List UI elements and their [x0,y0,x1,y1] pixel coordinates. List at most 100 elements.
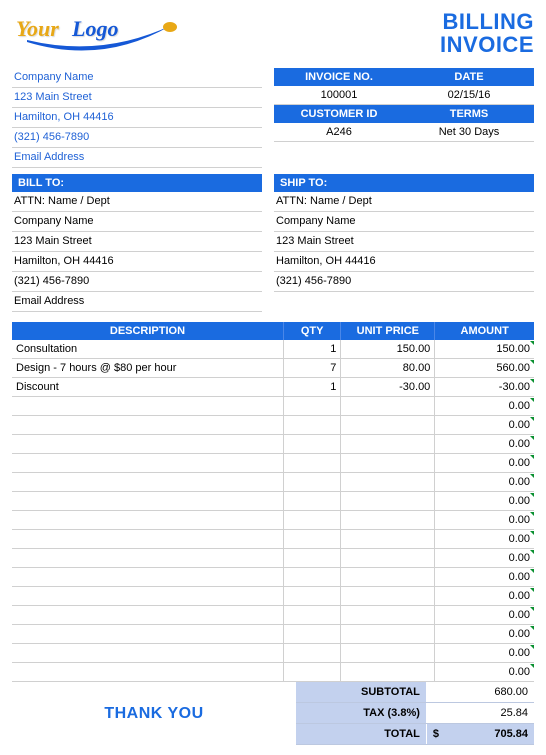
title-line1: BILLING [440,10,534,33]
cell-qty [283,435,340,454]
ship-city: Hamilton, OH 44416 [274,252,534,272]
table-row: 0.00 [12,663,534,682]
cell-unit [341,511,435,530]
cell-amount: 0.00 [435,549,534,568]
col-unit-price: UNIT PRICE [341,322,435,340]
bill-to-block: ATTN: Name / Dept Company Name 123 Main … [12,192,262,312]
cell-desc [12,606,283,625]
cell-unit [341,549,435,568]
cell-qty [283,454,340,473]
cell-unit [341,397,435,416]
cell-amount: 0.00 [435,606,534,625]
cell-amount: 0.00 [435,663,534,682]
cell-desc: Consultation [12,340,283,359]
bill-street: 123 Main Street [12,232,262,252]
table-row: Discount1-30.00-30.00 [12,378,534,397]
cell-amount: 0.00 [435,587,534,606]
cell-qty [283,625,340,644]
bill-phone: (321) 456-7890 [12,272,262,292]
cell-amount: 0.00 [435,473,534,492]
cell-unit [341,663,435,682]
cell-amount: -30.00 [435,378,534,397]
cell-desc [12,568,283,587]
cell-unit [341,435,435,454]
ship-phone: (321) 456-7890 [274,272,534,292]
cell-qty [283,530,340,549]
logo: Your Logo [12,10,192,60]
logo-word1: Your [16,16,59,42]
company-phone: (321) 456-7890 [12,128,262,148]
document-title: BILLING INVOICE [440,10,534,56]
table-row: 0.00 [12,454,534,473]
bill-email: Email Address [12,292,262,312]
cell-qty [283,568,340,587]
cell-desc [12,397,283,416]
table-row: 0.00 [12,416,534,435]
col-amount: AMOUNT [435,322,534,340]
table-row: 0.00 [12,549,534,568]
cell-amount: 0.00 [435,492,534,511]
company-street: 123 Main Street [12,88,262,108]
cell-qty: 1 [283,340,340,359]
customer-id: A246 [274,123,404,142]
table-row: 0.00 [12,435,534,454]
table-row: 0.00 [12,625,534,644]
cell-desc [12,511,283,530]
cell-amount: 0.00 [435,644,534,663]
cell-unit [341,644,435,663]
ship-street: 123 Main Street [274,232,534,252]
invoice-no-label: INVOICE NO. [274,68,404,86]
cell-unit [341,625,435,644]
tax-label: TAX (3.8%) [296,703,427,723]
cell-desc [12,530,283,549]
date-label: DATE [404,68,534,86]
cell-qty: 7 [283,359,340,378]
thank-you: THANK YOU [12,682,296,745]
cell-unit [341,587,435,606]
invoice-no: 100001 [274,86,404,105]
cell-qty [283,492,340,511]
tax-value: 25.84 [427,703,534,723]
table-row: 0.00 [12,511,534,530]
table-row: 0.00 [12,530,534,549]
cell-qty [283,606,340,625]
cell-desc [12,587,283,606]
table-row: 0.00 [12,644,534,663]
bill-company: Company Name [12,212,262,232]
cell-unit [341,416,435,435]
cell-desc: Discount [12,378,283,397]
cell-amount: 0.00 [435,416,534,435]
cell-unit [341,568,435,587]
cell-unit: 150.00 [341,340,435,359]
cell-qty [283,397,340,416]
cell-desc [12,473,283,492]
terms-label: TERMS [404,105,534,123]
company-email: Email Address [12,148,262,168]
cell-desc [12,492,283,511]
cell-amount: 560.00 [435,359,534,378]
terms: Net 30 Days [404,123,534,142]
subtotal-value: 680.00 [427,682,534,702]
cell-amount: 0.00 [435,454,534,473]
cell-desc [12,435,283,454]
cell-amount: 0.00 [435,568,534,587]
invoice-meta: INVOICE NO. DATE 100001 02/15/16 CUSTOME… [274,68,534,168]
table-row: 0.00 [12,397,534,416]
ship-to-block: ATTN: Name / Dept Company Name 123 Main … [274,192,534,312]
subtotal-label: SUBTOTAL [296,682,427,702]
cell-desc [12,644,283,663]
cell-unit [341,492,435,511]
cell-qty [283,549,340,568]
cell-amount: 150.00 [435,340,534,359]
ship-company: Company Name [274,212,534,232]
cell-qty [283,663,340,682]
ship-to-header: SHIP TO: [274,174,534,192]
cell-amount: 0.00 [435,511,534,530]
total-label: TOTAL [296,724,427,744]
cell-unit: -30.00 [341,378,435,397]
cell-qty [283,473,340,492]
cell-desc [12,663,283,682]
customer-id-label: CUSTOMER ID [274,105,404,123]
company-info: Company Name 123 Main Street Hamilton, O… [12,68,262,168]
bill-city: Hamilton, OH 44416 [12,252,262,272]
